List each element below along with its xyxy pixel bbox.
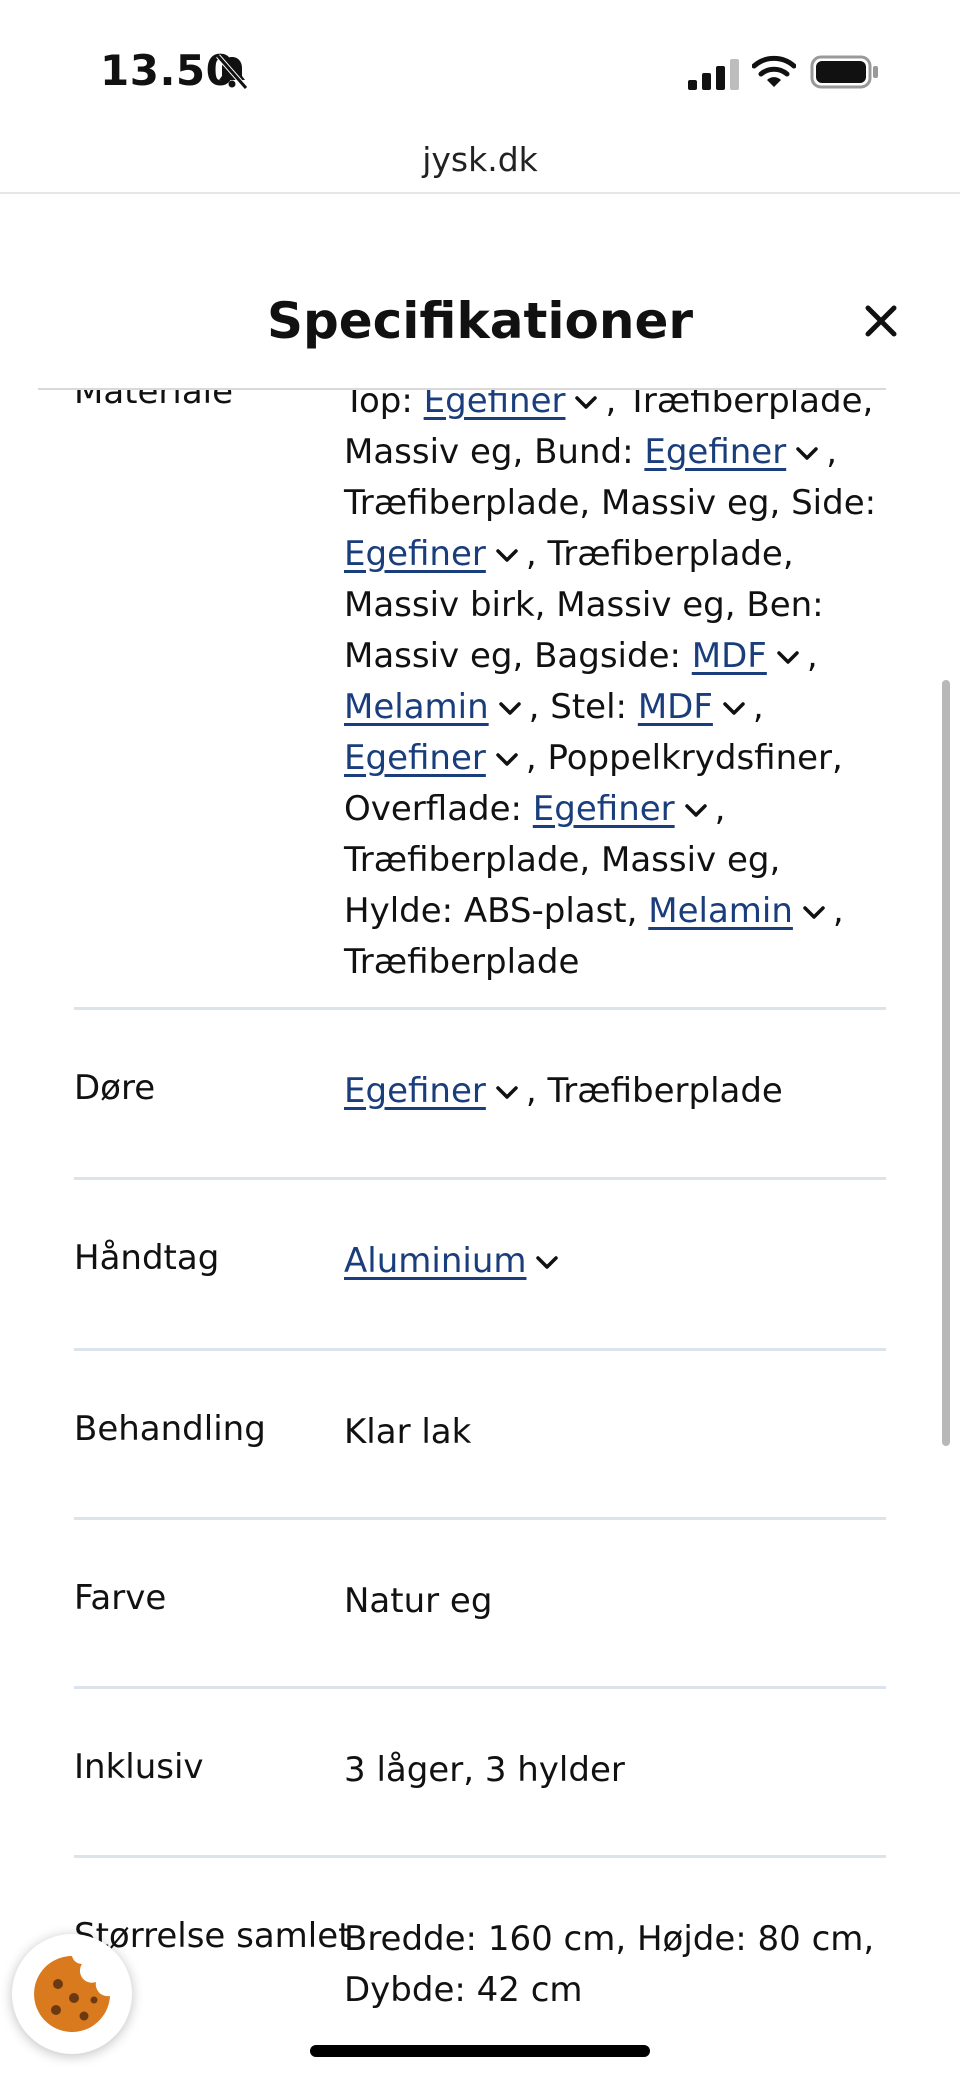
spec-value-haandtag: Aluminium [344, 1180, 886, 1287]
battery-icon [810, 55, 878, 89]
scrollbar[interactable] [942, 680, 950, 1446]
wifi-icon [752, 55, 796, 87]
chevron-down-icon[interactable] [536, 1255, 559, 1270]
spec-row-doere: Døre Egefiner , Træfiberplade [74, 1010, 886, 1180]
spec-list: Materiale Top: Egefiner, Træfiberplade, … [0, 390, 960, 2068]
spec-row-farve: Farve Natur eg [74, 1520, 886, 1689]
material-link-mdf[interactable]: MDF [692, 636, 767, 676]
chevron-down-icon[interactable] [777, 650, 799, 665]
chevron-down-icon[interactable] [498, 701, 521, 716]
spec-row-stoerrelse: Størrelse samlet Bredde: 160 cm, Højde: … [74, 1858, 886, 2068]
spec-row-inklusiv: Inklusiv 3 låger, 3 hylder [74, 1689, 886, 1858]
material-link-aluminium[interactable]: Aluminium [344, 1241, 526, 1281]
material-link-melamin[interactable]: Melamin [344, 687, 489, 727]
cookie-settings-button[interactable] [12, 1934, 132, 2054]
spec-label: Døre [74, 1068, 156, 1108]
chevron-down-icon[interactable] [723, 701, 745, 716]
spec-text: , [752, 687, 764, 727]
close-icon[interactable] [860, 300, 902, 342]
material-link-mdf[interactable]: MDF [638, 687, 713, 727]
modal-title: Specifikationer [266, 292, 694, 350]
chevron-down-icon[interactable] [496, 1085, 518, 1100]
spec-label: Håndtag [74, 1238, 220, 1278]
spec-value-behandling: Klar lak [344, 1412, 472, 1452]
material-link-melamin[interactable]: Melamin [648, 891, 793, 931]
spec-text: , Stel: [528, 687, 638, 727]
chevron-down-icon[interactable] [496, 548, 518, 563]
spec-scroll-area[interactable]: Materiale Top: Egefiner, Træfiberplade, … [0, 390, 960, 2081]
spec-row-behandling: Behandling Klar lak [74, 1351, 886, 1520]
material-link-egefiner[interactable]: Egefiner [424, 390, 566, 421]
chevron-down-icon[interactable] [496, 752, 518, 767]
spec-label: Farve [74, 1578, 167, 1618]
material-link-egefiner[interactable]: Egefiner [344, 738, 486, 778]
spec-value-stoerrelse: Bredde: 160 cm, Højde: 80 cm, Dybde: 42 … [344, 1919, 875, 2010]
spec-text: , Træfiberplade [525, 1071, 783, 1111]
spec-value-doere: Egefiner , Træfiberplade [344, 1010, 886, 1117]
home-indicator [310, 2045, 650, 2057]
modal-header: Specifikationer [0, 240, 960, 388]
spec-label: Inklusiv [74, 1747, 204, 1787]
spec-row-haandtag: Håndtag Aluminium [74, 1180, 886, 1351]
material-link-egefiner[interactable]: Egefiner [344, 1071, 486, 1111]
spec-text: , [806, 636, 818, 676]
spec-text: Top: [344, 390, 424, 421]
material-link-egefiner[interactable]: Egefiner [533, 789, 675, 829]
material-link-egefiner[interactable]: Egefiner [644, 432, 786, 472]
chevron-down-icon[interactable] [575, 395, 598, 410]
browser-url-bar[interactable]: jysk.dk [0, 120, 960, 194]
spec-value-inklusiv: 3 låger, 3 hylder [344, 1750, 625, 1790]
signal-icon [688, 59, 739, 90]
spec-label: Materiale [74, 390, 234, 412]
spec-value-materiale: Top: Egefiner, Træfiberplade, Massiv eg,… [344, 390, 886, 988]
cookie-icon [34, 1956, 110, 2032]
spec-value-farve: Natur eg [344, 1581, 493, 1621]
spec-row-materiale: Materiale Top: Egefiner, Træfiberplade, … [74, 390, 886, 1010]
chevron-down-icon[interactable] [684, 803, 707, 818]
chevron-down-icon[interactable] [803, 905, 825, 920]
bell-slash-icon [216, 54, 248, 90]
status-bar: 13.50 [0, 0, 960, 120]
spec-label: Behandling [74, 1409, 266, 1449]
url-text: jysk.dk [422, 140, 538, 179]
material-link-egefiner[interactable]: Egefiner [344, 534, 486, 574]
chevron-down-icon[interactable] [796, 446, 818, 461]
